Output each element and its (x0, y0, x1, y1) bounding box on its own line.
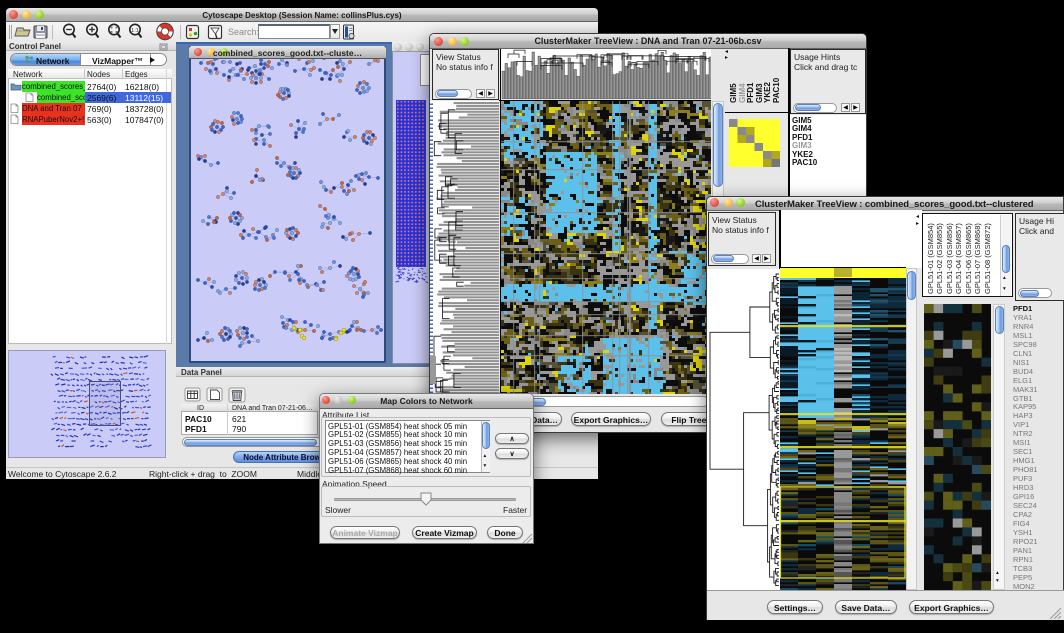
svg-text:1:1: 1:1 (131, 28, 139, 34)
